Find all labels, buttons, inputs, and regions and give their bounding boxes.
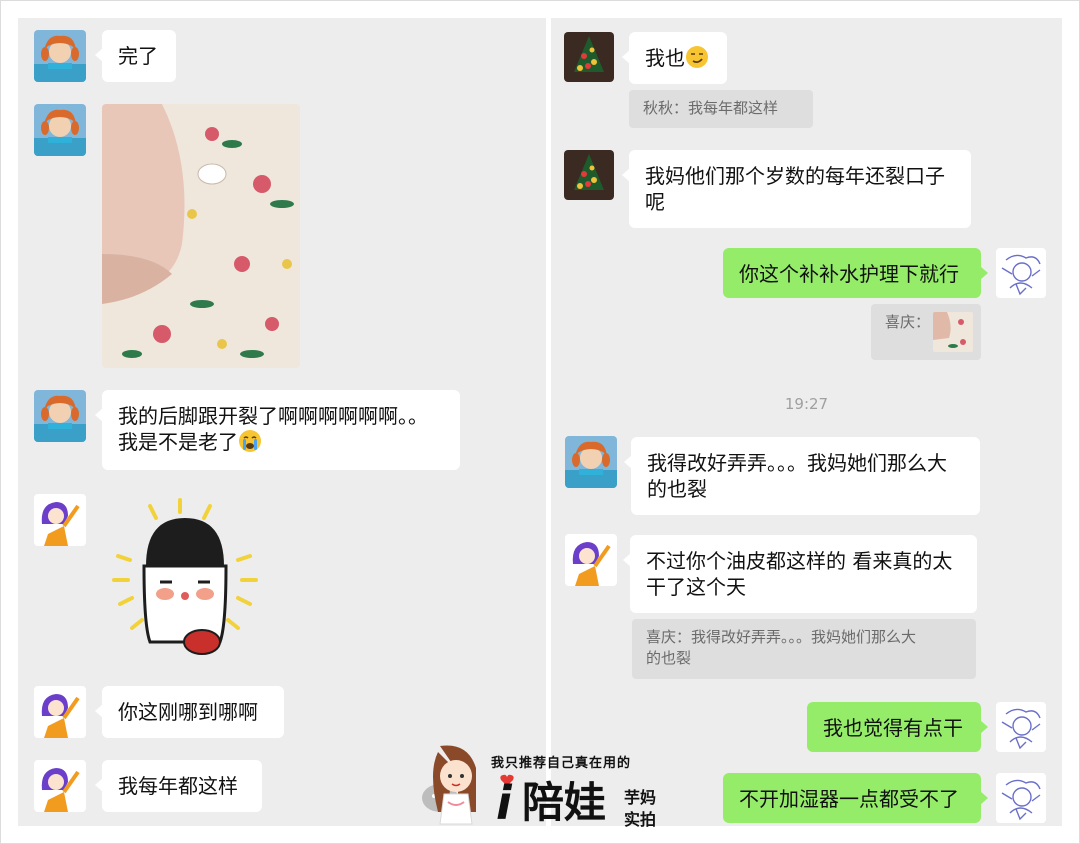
message-text: 干了这个天 xyxy=(646,575,746,599)
sketch-avatar[interactable] xyxy=(996,702,1046,752)
message-text: 不过你个油皮都这样的 看来真的太 xyxy=(646,549,953,573)
purple-hair-girl-avatar[interactable] xyxy=(34,760,86,812)
purple-hair-girl-avatar[interactable] xyxy=(565,534,617,586)
red-hair-girl-avatar[interactable] xyxy=(34,390,86,442)
message-bubble[interactable]: 我每年都这样 xyxy=(95,760,262,812)
red-hair-girl-avatar[interactable] xyxy=(34,104,86,156)
message-text: 我也觉得有点干 xyxy=(823,716,963,740)
message-bubble-self[interactable]: 不开加湿器一点都受不了 xyxy=(723,773,988,823)
message-bubble[interactable]: 我得改好弄弄。。。我妈她们那么大 的也裂 xyxy=(624,437,980,515)
smirk-emoji xyxy=(685,45,709,75)
message-bubble[interactable]: 我的后脚跟开裂了啊啊啊啊啊啊。。 我是不是老了 xyxy=(95,390,460,470)
watermark-side-top: 芋妈 xyxy=(624,788,657,807)
left-chat-panel[interactable]: 完了 我的后脚跟开裂了啊啊啊啊啊啊。。 我是不是老了 你这刚哪到哪啊 我每年都这… xyxy=(18,18,546,826)
message-text: 不开加湿器一点都受不了 xyxy=(739,787,959,811)
purple-hair-girl-avatar[interactable] xyxy=(34,686,86,738)
timestamp: 19:27 xyxy=(784,395,829,413)
quote-text: 秋秋：我每年都这样 xyxy=(643,99,779,117)
quote-text: 喜庆： xyxy=(885,313,931,331)
message-text: 我是不是老了 xyxy=(118,430,238,454)
crying-emoji xyxy=(238,429,262,459)
message-bubble[interactable]: 我妈他们那个岁数的每年还裂口子 呢 xyxy=(622,150,971,228)
message-text: 我的后脚跟开裂了啊啊啊啊啊啊。。 xyxy=(118,404,428,428)
red-hair-girl-avatar[interactable] xyxy=(565,436,617,488)
message-text: 我妈他们那个岁数的每年还裂口子 xyxy=(645,164,945,188)
purple-hair-girl-avatar[interactable] xyxy=(34,494,86,546)
message-text: 的也裂 xyxy=(647,477,707,501)
watermark-side-bottom: 实拍 xyxy=(624,810,657,829)
blushing-ghost-sticker[interactable] xyxy=(110,496,260,660)
christmas-tree-avatar[interactable] xyxy=(564,150,614,200)
right-chat-panel[interactable]: 我也 秋秋：我每年都这样 我妈他们那个岁数的每年还裂口子 呢 你这个补补水护理下… xyxy=(551,18,1062,826)
message-text: 你这个补补水护理下就行 xyxy=(739,262,959,286)
message-text: 我得改好弄弄。。。我妈她们那么大 xyxy=(647,451,947,475)
quote-text: 的也裂 xyxy=(646,649,692,667)
sketch-avatar[interactable] xyxy=(996,773,1046,823)
message-bubble[interactable]: 你这刚哪到哪啊 xyxy=(95,686,284,738)
message-bubble[interactable]: 完了 xyxy=(95,30,176,82)
message-text: 呢 xyxy=(645,190,665,214)
message-text: 完了 xyxy=(118,44,158,68)
message-bubble[interactable]: 我也 xyxy=(622,32,727,84)
message-text: 我也 xyxy=(645,46,685,70)
message-text: 我每年都这样 xyxy=(118,774,238,798)
watermark-brand: 陪娃 xyxy=(522,778,607,827)
heel-photo[interactable] xyxy=(102,104,300,368)
sketch-avatar[interactable] xyxy=(996,248,1046,298)
message-bubble[interactable]: 不过你个油皮都这样的 看来真的太 干了这个天 xyxy=(623,535,977,613)
watermark-brand-prefix: i xyxy=(496,776,512,830)
quoted-image-message[interactable]: 喜庆： xyxy=(871,304,981,360)
cartoon-girl-logo xyxy=(418,742,498,832)
heel-photo-thumbnail xyxy=(933,312,973,352)
quoted-message[interactable]: 秋秋：我每年都这样 xyxy=(629,90,813,128)
quoted-message[interactable]: 喜庆：我得改好弄弄。。。我妈她们那么大 的也裂 xyxy=(632,619,976,679)
message-bubble-self[interactable]: 我也觉得有点干 xyxy=(807,702,988,752)
watermark-tagline: 我只推荐自己真在用的 xyxy=(491,756,632,771)
quote-text: 喜庆：我得改好弄弄。。。我妈她们那么大 xyxy=(646,628,917,646)
christmas-tree-avatar[interactable] xyxy=(564,32,614,82)
message-text: 你这刚哪到哪啊 xyxy=(118,700,258,724)
red-hair-girl-avatar[interactable] xyxy=(34,30,86,82)
message-bubble-self[interactable]: 你这个补补水护理下就行 xyxy=(723,248,988,298)
